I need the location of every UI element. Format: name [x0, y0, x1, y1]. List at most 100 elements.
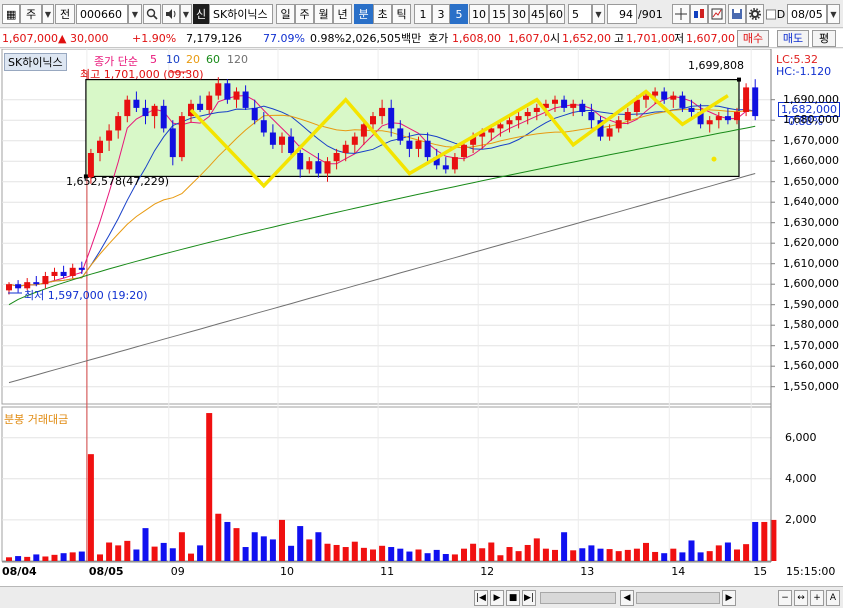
volume-bar	[233, 528, 240, 561]
date-dropdown[interactable]: ▼	[827, 4, 840, 24]
volume-bar	[515, 551, 522, 561]
volume-bar	[542, 548, 549, 561]
candle-body	[588, 112, 595, 121]
change-up-icon: ▲	[58, 32, 67, 45]
chart-toolbar: ▦ 주 ▼ 전 000660 ▼ ▼ 신 SK하이닉스 일 주 월 년 분 초 …	[0, 0, 843, 28]
legend-ma-120[interactable]: 120	[227, 53, 248, 66]
period-tick[interactable]: 틱	[392, 4, 411, 24]
scroll-right-button[interactable]: ▶	[722, 590, 736, 606]
period-year[interactable]: 년	[333, 4, 352, 24]
legend-ma-20[interactable]: 20	[186, 53, 200, 66]
market-dropdown[interactable]: ▼	[42, 4, 54, 24]
cursor-time-label: 15:15:00	[786, 565, 836, 578]
volume-title[interactable]: 분봉 거래대금	[4, 411, 68, 427]
legend-ma-5[interactable]: 5	[150, 53, 157, 66]
candle-body	[679, 95, 686, 108]
crosshair-icon[interactable]	[672, 4, 690, 24]
candle-body	[743, 87, 750, 112]
candle-body	[133, 99, 140, 108]
bar-count-input[interactable]: 94	[607, 4, 637, 24]
market-select[interactable]: 주	[20, 4, 42, 24]
zoom-in-icon[interactable]: −	[778, 590, 792, 606]
volume-bar	[734, 549, 740, 561]
indicator-icon[interactable]: A	[826, 590, 840, 606]
interval-dropdown[interactable]: ▼	[592, 4, 605, 24]
candle-body	[506, 120, 513, 125]
chart-type-icon[interactable]	[708, 4, 726, 24]
volume-value: 7,179,126	[186, 32, 242, 45]
volume-bar	[42, 556, 49, 561]
code-dropdown[interactable]: ▼	[128, 4, 142, 24]
volume-bar	[670, 548, 677, 561]
interval-5[interactable]: 5	[450, 4, 468, 24]
volume-ratio: 77.09%	[263, 32, 305, 45]
candle-body	[51, 271, 58, 276]
search-icon[interactable]	[143, 4, 161, 24]
volume-bar	[297, 526, 304, 561]
volume-bar	[160, 542, 167, 561]
interval-1[interactable]: 1	[414, 4, 432, 24]
candle-body	[706, 120, 713, 125]
date-tick-label: 08/04	[2, 565, 37, 578]
volume-bar	[60, 553, 67, 561]
scroll-stop-button[interactable]: ■	[506, 590, 520, 606]
save-icon[interactable]	[728, 4, 746, 24]
legend-ma-60[interactable]: 60	[206, 53, 220, 66]
scroll-track[interactable]	[540, 592, 616, 604]
date-tick-label: 08/05	[88, 565, 124, 578]
volume-bar	[288, 545, 295, 561]
period-week[interactable]: 주	[295, 4, 314, 24]
gear-icon[interactable]	[746, 4, 764, 24]
volume-bar	[106, 542, 113, 561]
volume-bar	[224, 521, 231, 561]
volume-bar	[342, 547, 349, 561]
period-second[interactable]: 초	[373, 4, 392, 24]
buy-button[interactable]: 매수	[737, 30, 769, 47]
date-input[interactable]: 08/05	[787, 4, 827, 24]
price-tick-label: 1,670,000	[783, 133, 839, 147]
stock-code-input[interactable]: 000660	[76, 4, 128, 24]
interval-30[interactable]: 30	[509, 4, 529, 24]
volume-bar	[552, 549, 558, 561]
speaker-dropdown[interactable]: ▼	[180, 4, 192, 24]
interval-45[interactable]: 45	[529, 4, 547, 24]
interval-3[interactable]: 3	[432, 4, 450, 24]
compare-icon[interactable]	[690, 4, 708, 24]
zoom-track[interactable]	[636, 592, 720, 604]
scroll-first-button[interactable]: |◀	[474, 590, 488, 606]
chart-area[interactable]: SK하이닉스 종가 단순 5 10 20 60 120 최고 1,701,000…	[0, 49, 843, 586]
period-day[interactable]: 일	[276, 4, 295, 24]
menu-icon[interactable]: ▦	[2, 4, 20, 24]
candle-body	[615, 120, 622, 129]
interval-60[interactable]: 60	[547, 4, 565, 24]
box-top-label: 1,699,808	[688, 59, 744, 72]
speaker-icon[interactable]	[162, 4, 180, 24]
interval-15[interactable]: 15	[489, 4, 509, 24]
box-bottom-label: 1,652,578(47,229)	[66, 175, 170, 188]
new-badge: 신	[193, 4, 209, 24]
volume-bar	[251, 532, 258, 561]
open-label: 시	[550, 32, 561, 45]
candle-body	[643, 95, 649, 100]
jeon-button[interactable]: 전	[55, 4, 75, 24]
scroll-left-button[interactable]: ◀	[620, 590, 634, 606]
interval-input[interactable]: 5	[568, 4, 592, 24]
stock-name-field: SK하이닉스	[209, 4, 273, 24]
price-volume-chart[interactable]	[0, 49, 843, 586]
eval-button[interactable]: 평	[812, 30, 836, 47]
volume-bar	[497, 555, 504, 561]
scroll-play-button[interactable]: ▶	[490, 590, 504, 606]
zoom-fit-icon[interactable]: ↔	[794, 590, 808, 606]
candle-body	[715, 116, 722, 121]
period-month[interactable]: 월	[314, 4, 333, 24]
period-minute[interactable]: 분	[354, 4, 373, 24]
volume-bar	[269, 539, 276, 561]
candle-body	[370, 116, 376, 125]
scroll-last-button[interactable]: ▶|	[522, 590, 536, 606]
zoom-out-icon[interactable]: +	[810, 590, 824, 606]
legend-ma-10[interactable]: 10	[166, 53, 180, 66]
sell-button[interactable]: 매도	[777, 30, 809, 47]
interval-10[interactable]: 10	[469, 4, 489, 24]
legend-stock-name[interactable]: SK하이닉스	[4, 53, 67, 71]
candle-body	[160, 105, 167, 129]
